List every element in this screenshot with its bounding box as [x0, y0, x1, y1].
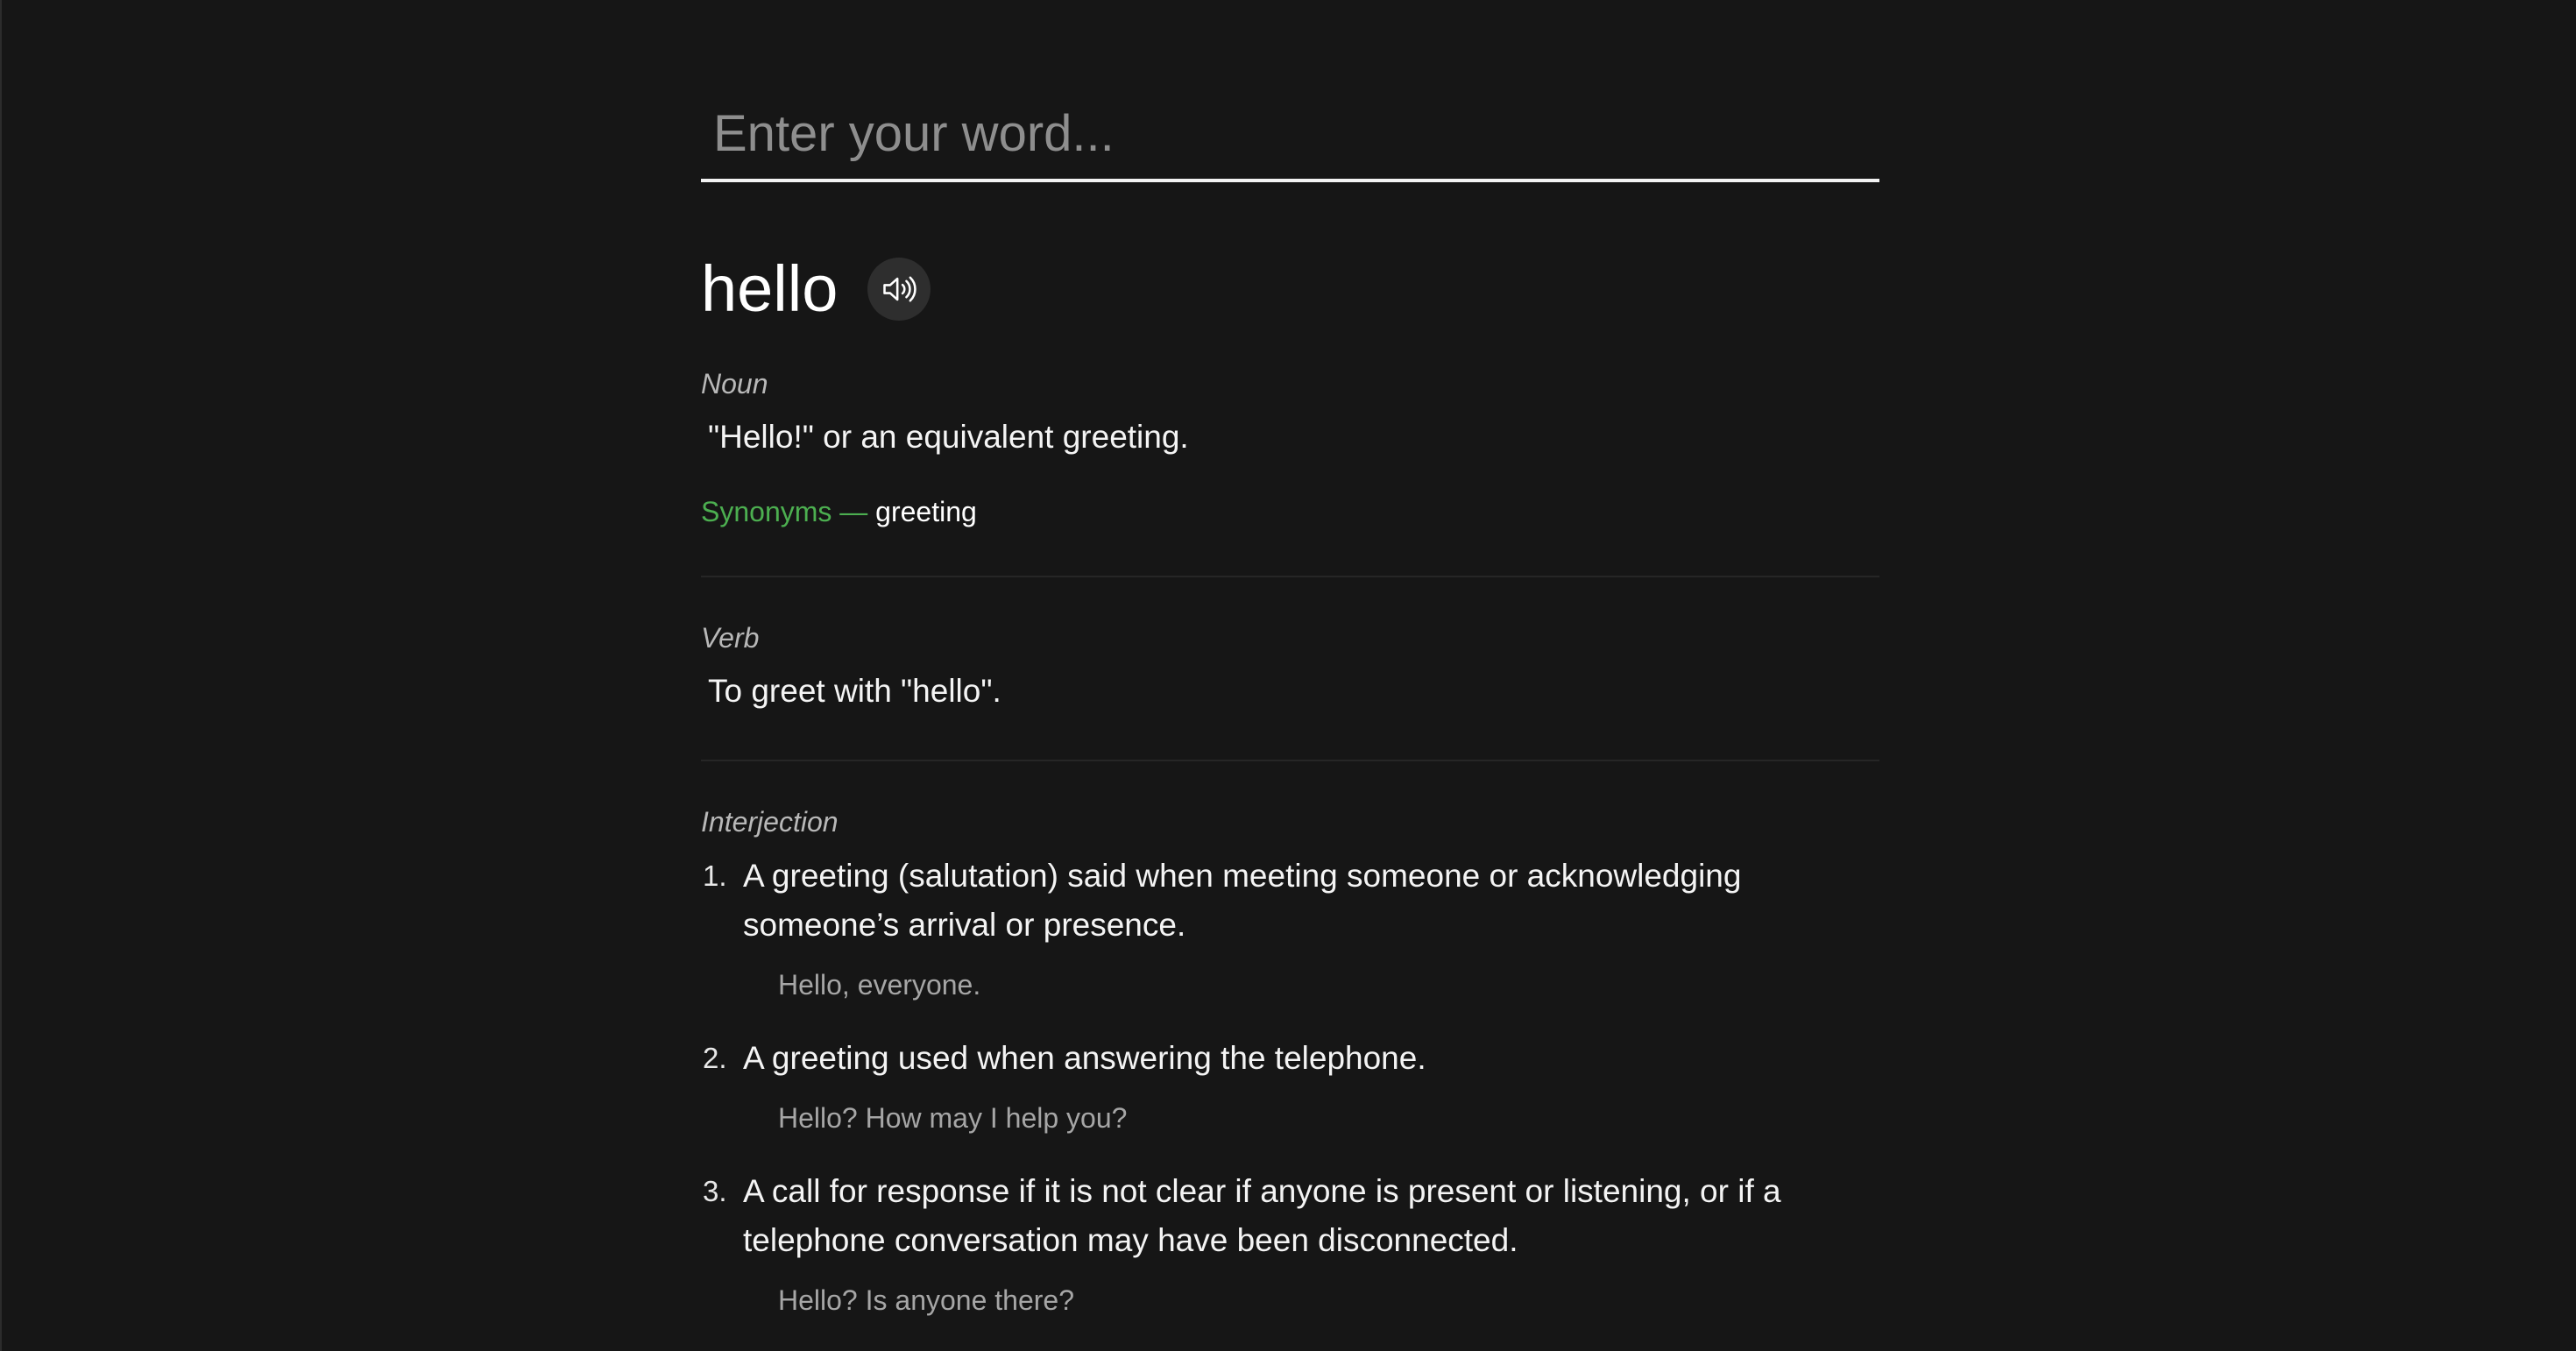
part-of-speech-verb: Verb — [701, 622, 760, 654]
definition-text: A call for response if it is not clear i… — [743, 1173, 1781, 1258]
synonyms-row: Synonyms — greeting — [701, 496, 977, 528]
synonyms-label: Synonyms — — [701, 496, 868, 527]
definition-number: 1. — [703, 859, 727, 892]
app-window: hello Noun "Hello!" or an equivalent gre… — [0, 0, 2574, 1351]
part-of-speech-noun: Noun — [701, 368, 768, 400]
search-input[interactable] — [713, 91, 1852, 175]
example-text: Hello, everyone. — [778, 969, 981, 1001]
word-title: hello — [701, 252, 839, 325]
definition-text: A greeting used when answering the telep… — [743, 1040, 1426, 1076]
search-bar — [701, 91, 1879, 182]
divider — [701, 760, 1879, 761]
definition-text: A greeting (salutation) said when meetin… — [743, 858, 1742, 943]
divider — [701, 576, 1879, 577]
definition-number: 3. — [703, 1175, 727, 1207]
word-header: hello — [701, 245, 931, 333]
synonym-link[interactable]: greeting — [875, 496, 977, 527]
definition-number: 2. — [703, 1042, 727, 1074]
example-text: Hello? How may I help you? — [778, 1102, 1128, 1134]
play-audio-button[interactable] — [867, 258, 931, 321]
part-of-speech-interjection: Interjection — [701, 806, 839, 838]
example-text: Hello? Is anyone there? — [778, 1284, 1074, 1316]
noun-definition: "Hello!" or an equivalent greeting. — [708, 419, 1189, 455]
verb-definition: To greet with "hello". — [708, 673, 1001, 709]
speaker-icon — [883, 276, 917, 302]
